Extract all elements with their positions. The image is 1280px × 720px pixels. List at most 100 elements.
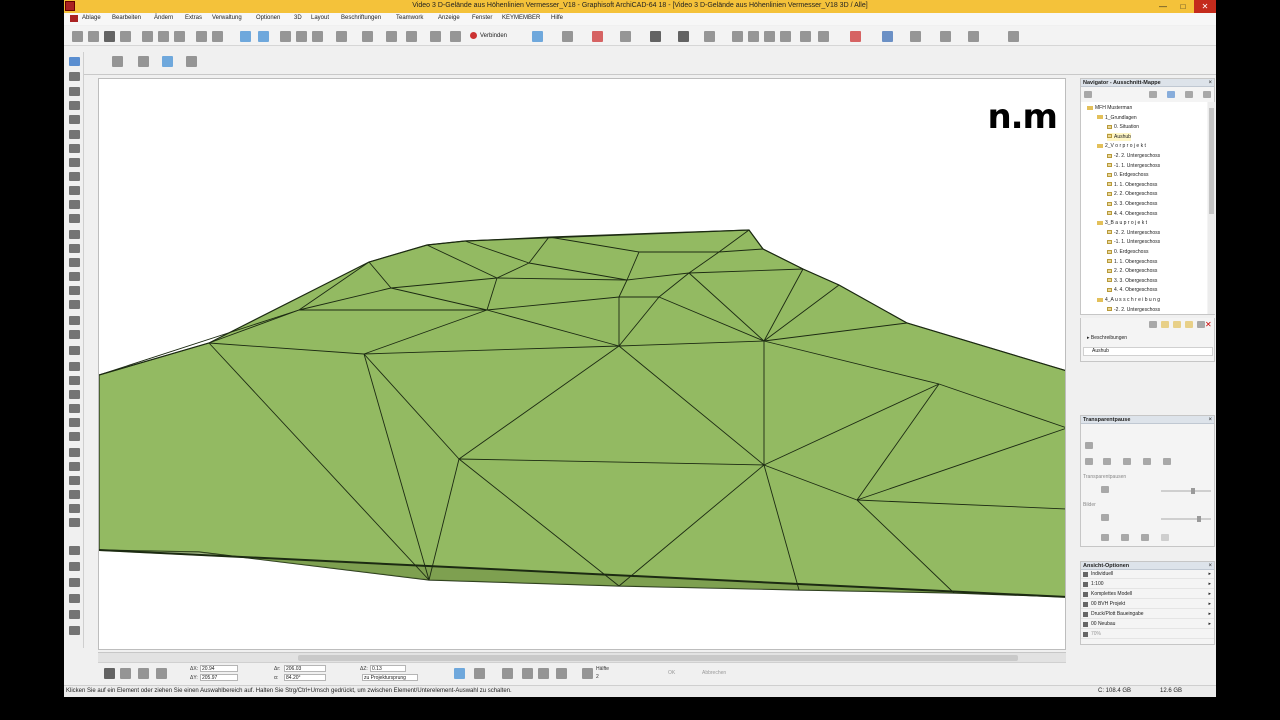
description-header[interactable]: ▸ Beschreibungen <box>1087 335 1127 341</box>
menu-aendern[interactable]: Ändern <box>154 15 173 21</box>
list-icon[interactable] <box>650 31 661 42</box>
tool-skylight-icon[interactable] <box>69 200 80 209</box>
clone-folder-icon[interactable] <box>1173 321 1181 328</box>
marker-icon[interactable] <box>678 31 689 42</box>
tool-roof-icon[interactable] <box>69 172 80 181</box>
tool-polyline-icon[interactable] <box>69 518 80 527</box>
trace-rotate-icon[interactable] <box>1123 458 1131 465</box>
trace-option2-icon[interactable] <box>1121 534 1129 541</box>
navigator-item[interactable]: 4. 4. Obergeschoss <box>1107 210 1157 218</box>
menu-optionen[interactable]: Optionen <box>256 15 280 21</box>
trace-ref-icon[interactable] <box>522 668 533 679</box>
section-icon[interactable] <box>910 31 921 42</box>
tool-zone-icon[interactable] <box>69 286 80 295</box>
menu-extras[interactable]: Extras <box>185 15 202 21</box>
view-option-scheme[interactable]: Individuell ▸ <box>1081 570 1214 579</box>
trace-swap-icon[interactable] <box>1085 458 1093 465</box>
mesh-method-icon[interactable] <box>120 668 131 679</box>
trace-icon[interactable] <box>450 31 461 42</box>
cancel-button[interactable]: Abbrechen <box>702 670 726 676</box>
view-option-renovation[interactable]: 00 Neubau ▸ <box>1081 620 1214 629</box>
maximize-button[interactable]: □ <box>1174 0 1192 13</box>
view-option-model[interactable]: Druck/Plott Baueingabe ▸ <box>1081 610 1214 619</box>
tool-railing-icon[interactable] <box>69 316 80 325</box>
trace-option1-icon[interactable] <box>1101 534 1109 541</box>
trace-mirror-icon[interactable] <box>1143 458 1151 465</box>
window-icon[interactable] <box>968 31 979 42</box>
trace-move-icon[interactable] <box>1103 458 1111 465</box>
navigator-close-icon[interactable]: × <box>1208 79 1212 87</box>
project-map-icon[interactable] <box>1149 91 1157 98</box>
view-option-zoom[interactable]: 70% <box>1081 630 1214 639</box>
marquee-icon[interactable] <box>138 56 149 67</box>
align-icon[interactable] <box>406 31 417 42</box>
navigator-item[interactable]: 3. 3. Obergeschoss <box>1107 277 1157 285</box>
menu-teamwork[interactable]: Teamwork <box>396 15 423 21</box>
navigator-tree[interactable]: MFH Musterman 1_Grundlagen 0. Situation Aus… <box>1081 102 1207 314</box>
dz-field[interactable]: 0.13 <box>370 665 406 672</box>
tool-column-icon[interactable] <box>69 101 80 110</box>
navigator-item[interactable]: 3. 3. Obergeschoss <box>1107 200 1157 208</box>
tool-section-icon[interactable] <box>69 546 80 555</box>
special-snap-icon[interactable] <box>582 668 593 679</box>
tool-camera-icon[interactable] <box>69 610 80 619</box>
open-file-icon[interactable] <box>88 31 99 42</box>
menu-verwaltung[interactable]: Verwaltung <box>212 15 242 21</box>
navigator-item[interactable]: -1. 1. Untergeschoss <box>1107 162 1160 170</box>
cube-icon[interactable] <box>620 31 631 42</box>
tool-curtain-wall-icon[interactable] <box>69 230 80 239</box>
navigator-item[interactable]: -1. 1. Untergeschoss <box>1107 238 1160 246</box>
pen-set-icon[interactable] <box>474 668 485 679</box>
view-options-close-icon[interactable]: × <box>1208 562 1212 570</box>
view-map-icon[interactable] <box>1167 91 1175 98</box>
menu-fenster[interactable]: Fenster <box>472 15 492 21</box>
menu-keymember[interactable]: KEYMEMBER <box>502 15 540 21</box>
transparency-slider[interactable] <box>1161 488 1211 494</box>
settings-icon[interactable] <box>1008 31 1019 42</box>
navigator-item[interactable]: 2. 2. Obergeschoss <box>1107 267 1157 275</box>
tool-grid-icon[interactable] <box>69 626 80 635</box>
snap-value[interactable]: 2 <box>596 674 599 680</box>
mesh-settings-icon[interactable] <box>138 668 149 679</box>
tool-figure-icon[interactable] <box>69 448 80 457</box>
layout-icon[interactable] <box>704 31 715 42</box>
eyedropper-icon[interactable] <box>312 31 323 42</box>
menu-hilfe[interactable]: Hilfe <box>551 15 563 21</box>
tool-detail-icon[interactable] <box>69 578 80 587</box>
view-name-field[interactable]: Aushub <box>1083 347 1213 356</box>
tool-radial-icon[interactable] <box>69 390 80 399</box>
pen-icon[interactable] <box>296 31 307 42</box>
navigator-scrollbar[interactable] <box>1208 102 1215 314</box>
edit-plane-icon[interactable] <box>538 668 549 679</box>
tool-line-icon[interactable] <box>69 462 80 471</box>
geometry-method-icon[interactable] <box>104 668 115 679</box>
trace-color-icon[interactable] <box>1101 486 1109 493</box>
navigator-item[interactable]: 0. Erdgeschoss <box>1107 248 1148 256</box>
relative-icon[interactable] <box>502 668 513 679</box>
arrow-icon[interactable] <box>362 31 373 42</box>
dy-field[interactable]: 205.97 <box>200 674 238 681</box>
camera-icon[interactable] <box>940 31 951 42</box>
distribute-icon[interactable] <box>430 31 441 42</box>
tool-label-icon[interactable] <box>69 362 80 371</box>
explore-icon[interactable] <box>818 31 829 42</box>
tool-wall-icon[interactable] <box>69 87 80 96</box>
tool-beam-icon[interactable] <box>69 115 80 124</box>
menu-bearbeiten[interactable]: Bearbeiten <box>112 15 141 21</box>
settings-panel-icon[interactable] <box>1197 321 1205 328</box>
navigator-item[interactable]: -2. 2. Untergeschoss <box>1107 229 1160 237</box>
house-shaded-icon[interactable] <box>748 31 759 42</box>
tool-text-icon[interactable] <box>69 346 80 355</box>
navigator-item[interactable]: 2. 2. Obergeschoss <box>1107 190 1157 198</box>
publisher-icon[interactable] <box>1203 91 1211 98</box>
image-slider[interactable] <box>1161 516 1211 522</box>
pointer-icon[interactable] <box>186 56 197 67</box>
view-option-pen-set[interactable]: 00 BVH Projekt ▸ <box>1081 600 1214 609</box>
menu-beschriftungen[interactable]: Beschriftungen <box>341 15 381 21</box>
tool-arrow-icon[interactable] <box>69 57 80 66</box>
new-folder-icon[interactable] <box>1161 321 1169 328</box>
view-3d-icon[interactable] <box>562 31 573 42</box>
tool-stair-icon[interactable] <box>69 158 80 167</box>
zoom-icon[interactable] <box>556 668 567 679</box>
menu-layout[interactable]: Layout <box>311 15 329 21</box>
